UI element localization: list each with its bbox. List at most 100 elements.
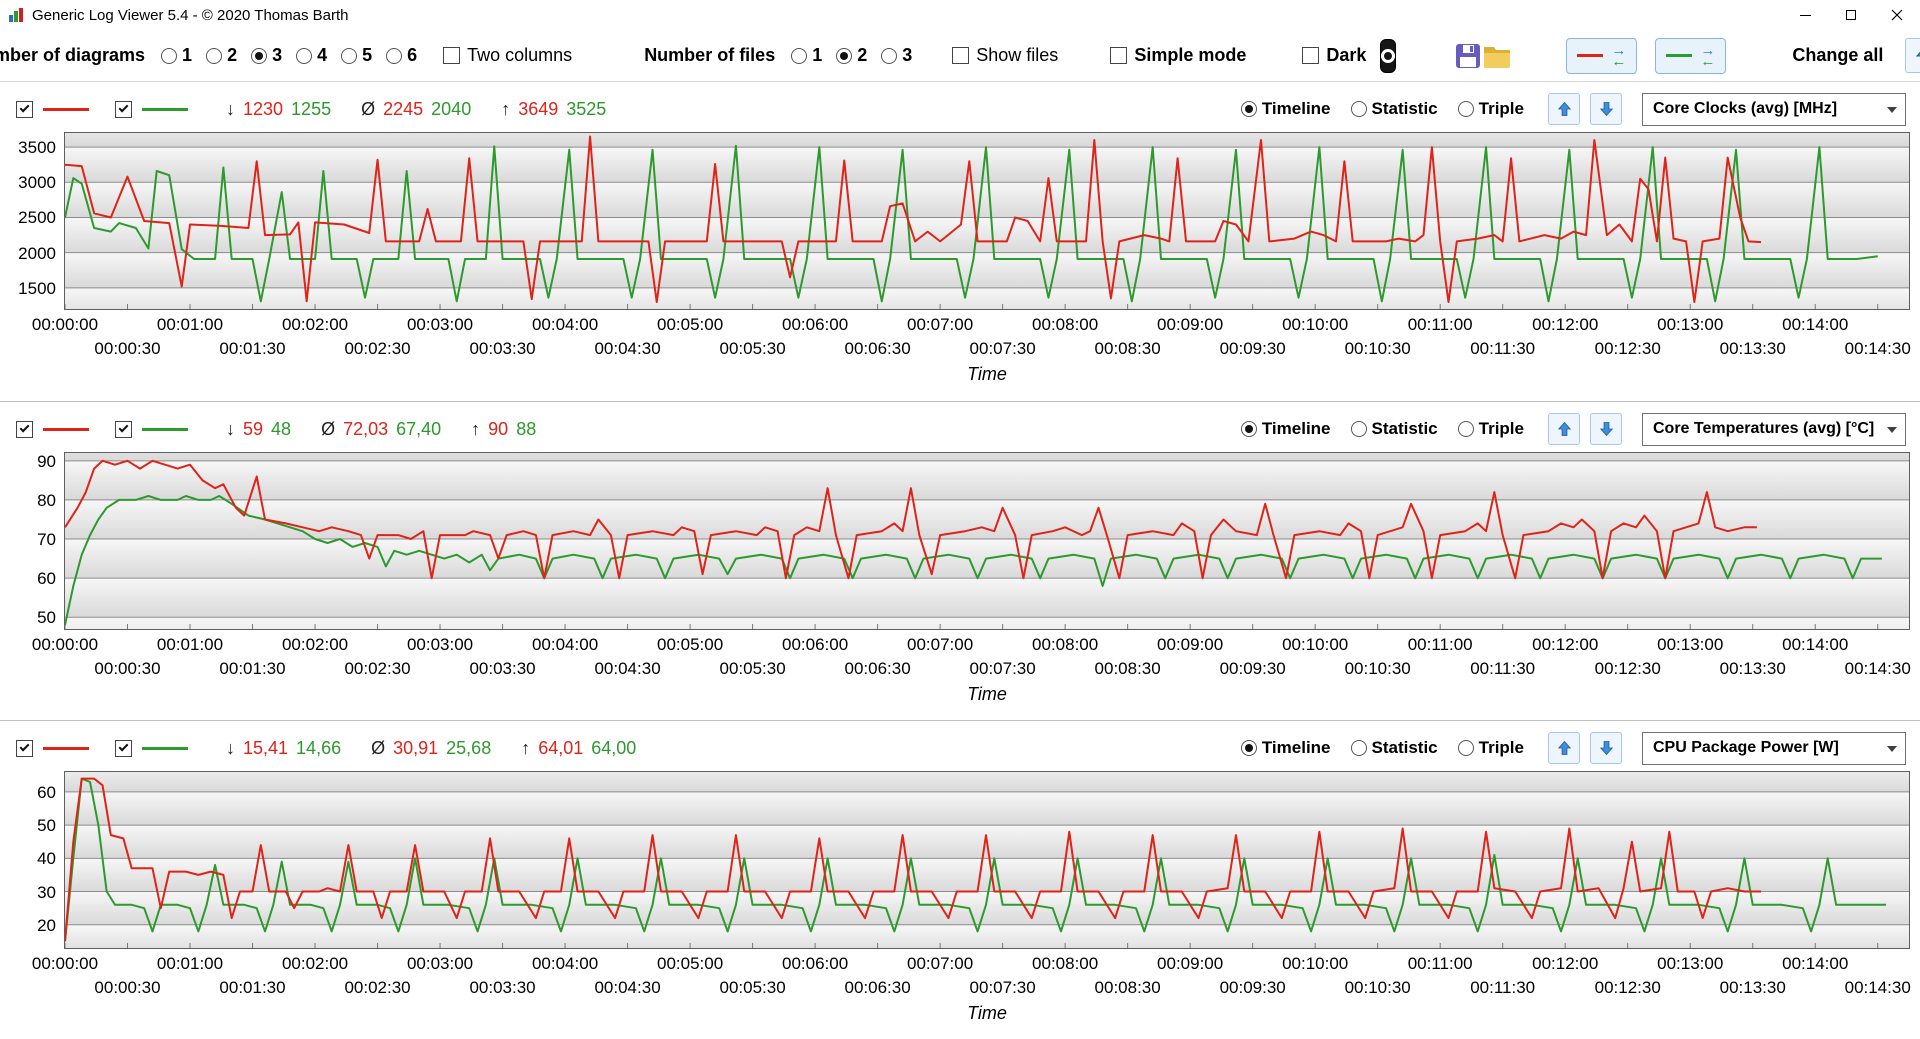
view-radio-triple[interactable]: Triple [1457,738,1524,758]
radio-icon [1350,421,1367,437]
diagrams-radio-1[interactable]: 1 [161,45,192,66]
panel-move-up-button[interactable] [1548,732,1580,764]
radio-icon [1457,740,1474,756]
x-tick-label: 00:13:30 [1719,339,1786,358]
dark-checkbox[interactable]: Dark [1302,45,1366,66]
x-tick-label: 00:11:00 [1407,635,1473,654]
close-button[interactable] [1874,0,1920,30]
metric-dropdown[interactable]: CPU Package Power [W] [1642,731,1906,765]
swap-red-button[interactable]: → ← [1566,37,1638,74]
files-radio-1[interactable]: 1 [791,45,822,66]
folder-icon [1484,46,1511,68]
minimize-button[interactable] [1782,0,1828,30]
diagrams-radio-4[interactable]: 4 [296,45,327,66]
diagrams-radio-5[interactable]: 5 [341,45,372,66]
green-line-icon [1666,54,1693,57]
x-tick-label: 00:10:30 [1344,978,1411,997]
maximize-button[interactable] [1828,0,1874,30]
time-axis-label: Time [967,684,1007,704]
stat-avg: Ø 2245 2040 [361,99,471,120]
y-tick-label: 3500 [18,138,56,158]
series-green-checkbox[interactable] [115,100,132,118]
view-radio-statistic[interactable]: Statistic [1350,99,1438,119]
radio-label: 6 [407,45,418,65]
x-tick-label: 00:07:30 [969,978,1036,997]
min-value-green: 1255 [291,98,332,119]
view-radio-timeline[interactable]: Timeline [1240,99,1331,119]
save-button[interactable] [1454,37,1482,75]
view-radio-timeline[interactable]: Timeline [1240,419,1331,439]
files-radio-2[interactable]: 2 [836,45,867,66]
change-all-up-button[interactable] [1905,38,1920,73]
panel-move-up-button[interactable] [1548,413,1580,445]
diagrams-radio-3[interactable]: 3 [251,45,282,66]
simple-mode-checkbox[interactable]: Simple mode [1110,45,1246,66]
toolbar: Number of diagrams 1 2 3 4 5 6 Two columns Nu… [0,30,1920,82]
x-tick-label: 00:14:30 [1844,659,1911,678]
x-tick-label: 00:06:30 [844,978,911,997]
y-tick-label: 3000 [18,173,56,193]
view-radio-statistic[interactable]: Statistic [1350,738,1438,758]
two-columns-checkbox[interactable]: Two columns [443,45,572,66]
x-tick-label: 00:09:00 [1157,954,1224,973]
chart-plot[interactable] [64,132,1910,310]
chart-plot[interactable] [64,452,1910,630]
screenshot-button[interactable] [1380,38,1397,73]
series-red-checkbox[interactable] [16,100,33,118]
metric-dropdown[interactable]: Core Clocks (avg) [MHz] [1642,92,1906,126]
series-red-checkbox[interactable] [16,739,33,757]
checkbox-icon [443,47,461,64]
swap-green-button[interactable]: → ← [1655,37,1727,74]
x-tick-label: 00:04:30 [594,978,661,997]
view-radio-triple[interactable]: Triple [1457,99,1524,119]
radio-label: 2 [227,45,238,65]
panel-move-up-button[interactable] [1548,93,1580,125]
chart-panel: ↓ 15,41 14,66 Ø 30,91 25,68 ↑ 64,01 64,0… [0,720,1920,1039]
x-tick-label: 00:08:30 [1094,339,1161,358]
metric-label: Core Clocks (avg) [MHz] [1653,100,1838,117]
x-tick-label: 00:13:00 [1657,315,1724,334]
y-axis: 3500 3000 2500 2000 1500 [0,132,64,310]
panel-move-down-button[interactable] [1590,413,1622,445]
series-green-checkbox[interactable] [115,739,132,757]
title-bar: Generic Log Viewer 5.4 - © 2020 Thomas B… [0,0,1920,30]
view-mode-radios: Timeline Statistic Triple [1240,99,1524,119]
x-tick-label: 00:07:30 [969,659,1036,678]
files-radio-3[interactable]: 3 [881,45,912,66]
series-red-swatch [43,107,89,111]
chart-svg [65,772,1909,948]
view-radio-timeline[interactable]: Timeline [1240,738,1331,758]
x-tick-label: 00:01:00 [156,635,224,654]
x-tick-label: 00:12:30 [1594,978,1661,997]
x-tick-label: 00:06:00 [782,315,849,334]
x-tick-label: 00:12:30 [1594,659,1661,678]
x-tick-label: 00:10:00 [1282,635,1349,654]
plot-row: 90 80 70 60 50 [0,452,1920,630]
radio-icon [1457,101,1474,117]
x-tick-label: 00:03:00 [406,635,474,654]
panel-move-down-button[interactable] [1590,732,1622,764]
x-tick-label: 00:05:00 [656,954,724,973]
avg-value-green: 25,68 [446,737,492,758]
open-button[interactable] [1482,37,1512,75]
radio-label: Triple [1478,99,1524,118]
x-tick-label: 00:11:30 [1470,659,1536,678]
check-icon [118,741,129,751]
view-radio-statistic[interactable]: Statistic [1350,419,1438,439]
diagrams-radio-2[interactable]: 2 [206,45,237,66]
panel-move-down-button[interactable] [1590,93,1622,125]
avg-value-red: 2245 [383,98,424,119]
view-radio-triple[interactable]: Triple [1457,419,1524,439]
radio-label: Triple [1478,738,1524,757]
diagrams-radio-6[interactable]: 6 [386,45,417,66]
metric-label: CPU Package Power [W] [1653,739,1839,756]
series-red-checkbox[interactable] [16,420,33,438]
x-tick-label: 00:01:00 [156,315,224,334]
chart-svg [65,453,1909,629]
chart-plot[interactable] [64,771,1910,949]
show-files-checkbox[interactable]: Show files [952,45,1058,66]
metric-dropdown[interactable]: Core Temperatures (avg) [°C] [1642,412,1906,446]
x-tick-label: 00:12:00 [1532,954,1599,973]
min-value-green: 48 [271,418,292,439]
series-green-checkbox[interactable] [115,420,132,438]
